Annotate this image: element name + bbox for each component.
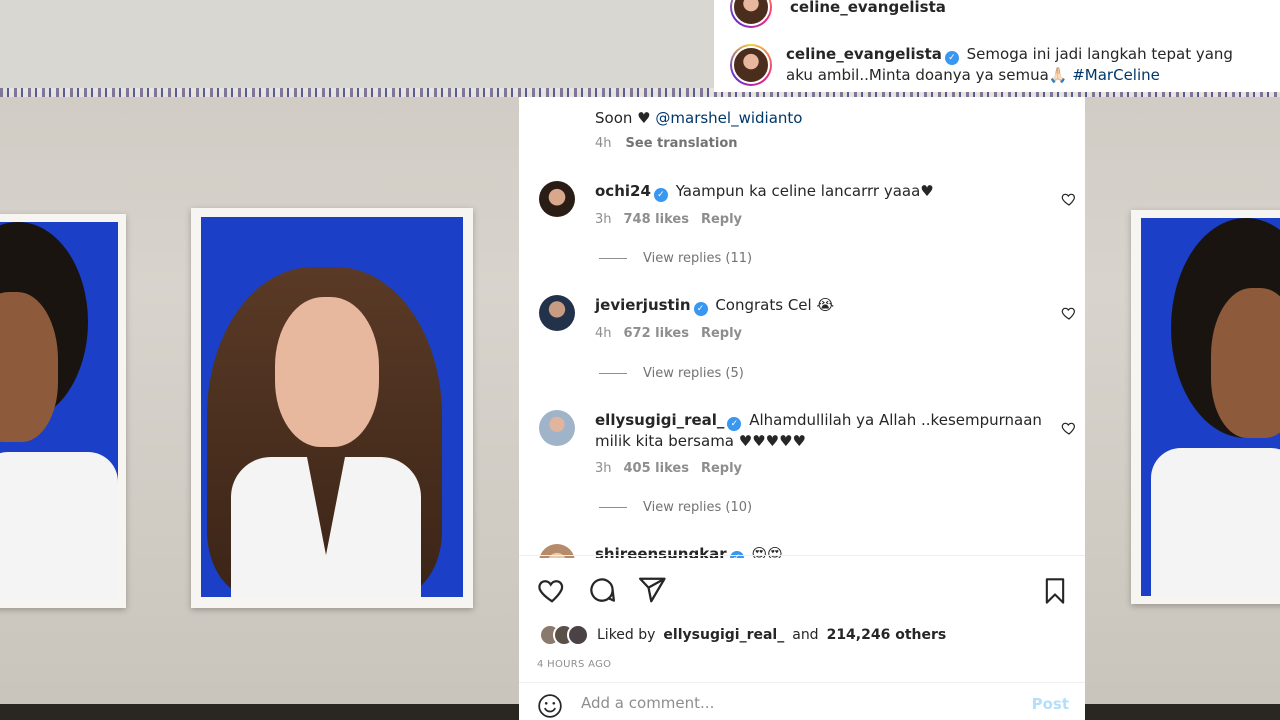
caption-row: celine_evangelista ✓ Semoga ini jadi lang… bbox=[730, 44, 1236, 86]
post-timestamp: 4 HOURS AGO bbox=[537, 659, 612, 670]
comment-username[interactable]: ochi24 bbox=[595, 182, 651, 200]
header-username[interactable]: celine_evangelista bbox=[790, 0, 946, 16]
avatar[interactable] bbox=[539, 410, 575, 446]
emoji-icon[interactable] bbox=[537, 693, 563, 719]
blue-backdrop bbox=[201, 217, 463, 597]
mention-link[interactable]: @marshel_widianto bbox=[655, 109, 802, 127]
comment-text: Yaampun ka celine lancarrr yaaa♥ bbox=[675, 182, 934, 200]
post-button[interactable]: Post bbox=[1032, 695, 1069, 713]
see-translation-button[interactable]: See translation bbox=[626, 136, 738, 151]
comment-icon[interactable] bbox=[587, 575, 617, 605]
divider bbox=[519, 555, 1085, 556]
center-portrait-photo bbox=[191, 208, 473, 608]
right-portrait-photo bbox=[1131, 210, 1280, 604]
comment-likes[interactable]: 405 likes bbox=[624, 461, 689, 476]
caption-continuation: Soon ♥ @marshel_widianto bbox=[595, 109, 802, 127]
comment-like-icon[interactable] bbox=[1061, 420, 1077, 436]
post-header: celine_evangelista celine_evangelista ✓ S… bbox=[714, 0, 1280, 92]
comment-time: 4h bbox=[595, 326, 612, 341]
comment-time: 3h bbox=[595, 461, 612, 476]
comment-username[interactable]: shireensungkar bbox=[595, 545, 727, 558]
comment-body: ellysugigi_real_ ✓ Alhamdullilah ya Allah… bbox=[595, 410, 1045, 452]
comment-item: ellysugigi_real_ ✓ Alhamdullilah ya Allah… bbox=[539, 410, 1079, 490]
verified-badge-icon: ✓ bbox=[727, 417, 742, 431]
heart-icon[interactable] bbox=[537, 575, 567, 605]
comment-item: ochi24 ✓ Yaampun ka celine lancarrr yaaa♥… bbox=[539, 181, 1079, 241]
view-replies-button[interactable]: View replies (5) bbox=[599, 366, 744, 381]
left-portrait-photo bbox=[0, 214, 126, 608]
comment-time: 3h bbox=[595, 212, 612, 227]
view-replies-label: View replies (11) bbox=[643, 251, 753, 266]
comment-body: jevierjustin ✓ Congrats Cel 😭 bbox=[595, 295, 1045, 316]
add-comment-bar: Post bbox=[519, 682, 1085, 720]
verified-badge-icon: ✓ bbox=[944, 51, 959, 65]
comment-meta: 4h 672 likes Reply bbox=[595, 326, 742, 341]
reply-button[interactable]: Reply bbox=[701, 461, 742, 476]
likes-prefix: Liked by bbox=[597, 627, 656, 643]
comment-item: jevierjustin ✓ Congrats Cel 😭 4h 672 like… bbox=[539, 295, 1079, 355]
caption-time: 4h bbox=[595, 136, 612, 151]
blue-backdrop bbox=[0, 222, 118, 600]
comment-body: ochi24 ✓ Yaampun ka celine lancarrr yaaa♥ bbox=[595, 181, 1045, 202]
bookmark-icon[interactable] bbox=[1041, 577, 1069, 605]
reply-button[interactable]: Reply bbox=[701, 212, 742, 227]
liked-by-user[interactable]: ellysugigi_real_ bbox=[663, 627, 784, 643]
reply-button[interactable]: Reply bbox=[701, 326, 742, 341]
caption-text: celine_evangelista ✓ Semoga ini jadi lang… bbox=[786, 44, 1236, 86]
replies-line bbox=[599, 507, 627, 508]
comment-text: Congrats Cel 😭 bbox=[715, 296, 834, 314]
caption-tail-text: Soon ♥ bbox=[595, 109, 651, 127]
avatar[interactable] bbox=[730, 0, 772, 28]
caption-username[interactable]: celine_evangelista bbox=[786, 45, 942, 63]
blue-backdrop bbox=[1141, 218, 1280, 596]
comment-input[interactable] bbox=[581, 694, 981, 712]
share-icon[interactable] bbox=[637, 575, 667, 605]
verified-badge-icon: ✓ bbox=[653, 188, 668, 202]
likes-conj: and bbox=[792, 627, 819, 643]
header-user-row: celine_evangelista bbox=[730, 0, 946, 28]
comment-likes[interactable]: 672 likes bbox=[624, 326, 689, 341]
comment-meta: 3h 405 likes Reply bbox=[595, 461, 742, 476]
likes-count[interactable]: 214,246 others bbox=[827, 627, 947, 643]
hashtag-link[interactable]: #MarCeline bbox=[1072, 66, 1160, 84]
comment-like-icon[interactable] bbox=[1061, 305, 1077, 321]
avatar bbox=[567, 624, 589, 646]
comment-likes[interactable]: 748 likes bbox=[624, 212, 689, 227]
comments-panel: Soon ♥ @marshel_widianto 4h See translat… bbox=[519, 97, 1085, 720]
comment-meta: 3h 748 likes Reply bbox=[595, 212, 742, 227]
avatar[interactable] bbox=[730, 44, 772, 86]
verified-badge-icon: ✓ bbox=[693, 302, 708, 316]
view-replies-button[interactable]: View replies (11) bbox=[599, 251, 752, 266]
avatar[interactable] bbox=[539, 295, 575, 331]
comment-username[interactable]: ellysugigi_real_ bbox=[595, 411, 724, 429]
view-replies-button[interactable]: View replies (10) bbox=[599, 500, 752, 515]
caption-meta: 4h See translation bbox=[595, 136, 738, 151]
likes-summary: Liked by ellysugigi_real_ and 214,246 ot… bbox=[539, 624, 946, 646]
avatar[interactable] bbox=[539, 181, 575, 217]
post-actions bbox=[537, 575, 667, 605]
comment-username[interactable]: jevierjustin bbox=[595, 296, 691, 314]
replies-line bbox=[599, 258, 627, 259]
view-replies-label: View replies (5) bbox=[643, 366, 744, 381]
view-replies-label: View replies (10) bbox=[643, 500, 753, 515]
replies-line bbox=[599, 373, 627, 374]
liker-avatars bbox=[539, 624, 589, 646]
comment-like-icon[interactable] bbox=[1061, 191, 1077, 207]
comment-text: 😍😍 bbox=[751, 545, 783, 558]
